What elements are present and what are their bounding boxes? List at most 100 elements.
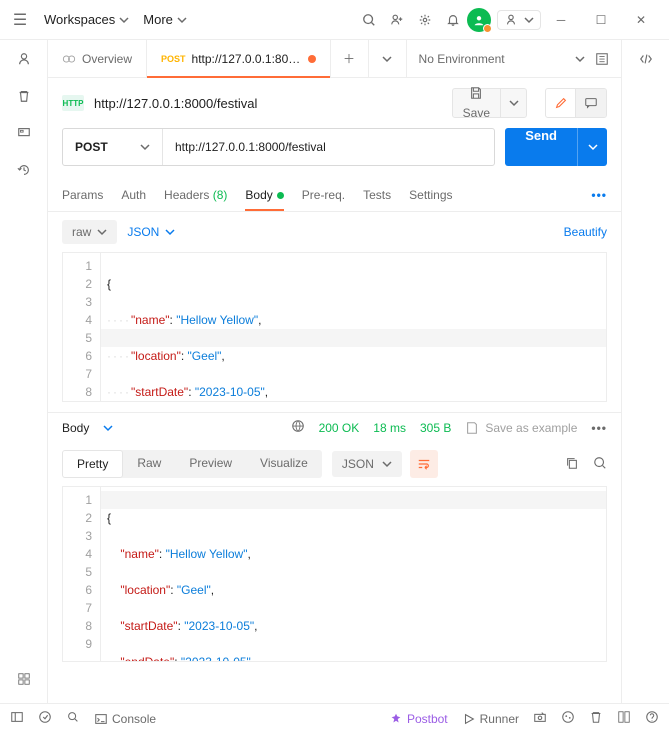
comment-icon[interactable] (576, 89, 606, 117)
left-sidebar (0, 40, 48, 703)
hamburger-icon[interactable]: ☰ (8, 10, 32, 30)
resp-visualize[interactable]: Visualize (246, 450, 322, 478)
subtabs-overflow[interactable]: ••• (591, 188, 607, 202)
find-icon[interactable] (66, 710, 80, 727)
response-tabs: Pretty Raw Preview Visualize JSON (48, 442, 621, 486)
trash-icon[interactable] (589, 710, 603, 727)
grid-icon[interactable] (17, 672, 31, 689)
beautify-button[interactable]: Beautify (564, 225, 607, 239)
tab-request-label: http://127.0.0.1:8000/ (192, 52, 302, 66)
trash-icon[interactable] (17, 89, 31, 106)
save-label: Save (463, 106, 490, 120)
tab-params[interactable]: Params (62, 180, 103, 210)
body-mode-raw[interactable]: raw (62, 220, 117, 244)
tab-headers[interactable]: Headers (8) (164, 180, 227, 210)
environment-label: No Environment (419, 52, 505, 66)
tab-tests[interactable]: Tests (363, 180, 391, 210)
code-icon[interactable] (639, 52, 653, 69)
method-selector[interactable]: POST (63, 129, 163, 165)
response-time: 18 ms (373, 421, 406, 435)
copy-icon[interactable] (565, 456, 579, 473)
body-format-json[interactable]: JSON (127, 225, 175, 239)
http-badge: HTTP (62, 95, 84, 111)
maximize-button[interactable]: ☐ (581, 4, 621, 36)
save-dropdown[interactable] (500, 89, 526, 117)
tab-body[interactable]: Body (245, 180, 283, 210)
url-input[interactable]: http://127.0.0.1:8000/festival (163, 129, 494, 165)
right-sidebar (621, 40, 669, 703)
panel-icon[interactable] (10, 710, 24, 727)
invite-icon[interactable] (383, 6, 411, 34)
response-size: 305 B (420, 421, 451, 435)
url-row: POST http://127.0.0.1:8000/festival Send (48, 128, 621, 178)
workspaces-menu[interactable]: Workspaces (44, 12, 129, 27)
minimize-button[interactable]: ─ (541, 4, 581, 36)
request-body-editor[interactable]: 12345678 { ····"name": "Hellow Yellow", … (62, 252, 607, 402)
bell-icon[interactable] (439, 6, 467, 34)
send-dropdown[interactable] (577, 128, 607, 166)
dirty-indicator (308, 55, 316, 63)
tab-active-request[interactable]: POST http://127.0.0.1:8000/ (147, 40, 331, 77)
tab-method-badge: POST (161, 54, 186, 64)
chevron-down-icon[interactable] (103, 423, 113, 433)
code-content: { ····"name": "Hellow Yellow", ····"loca… (101, 253, 606, 401)
save-example-button[interactable]: Save as example (465, 421, 577, 435)
response-body-editor[interactable]: 123456789 { "name": "Hellow Yellow", "lo… (62, 486, 607, 662)
monitor-icon[interactable] (17, 126, 31, 143)
code-content: { "name": "Hellow Yellow", "location": "… (101, 487, 606, 661)
search-icon[interactable] (593, 456, 607, 473)
body-options: raw JSON Beautify (48, 212, 621, 252)
save-icon (469, 86, 483, 100)
postbot-button[interactable]: Postbot (389, 712, 448, 726)
new-tab-button[interactable]: ＋ (331, 40, 369, 77)
response-status: 200 OK (319, 421, 360, 435)
history-icon[interactable] (17, 163, 31, 180)
line-gutter: 123456789 (63, 487, 101, 661)
profile-icon[interactable] (17, 52, 31, 69)
search-icon[interactable] (355, 6, 383, 34)
tab-overview[interactable]: Overview (48, 40, 147, 77)
titlebar: ☰ Workspaces More ─ ☐ ✕ (0, 0, 669, 40)
header-actions (545, 88, 607, 118)
resp-pretty[interactable]: Pretty (62, 450, 123, 478)
tab-overview-label: Overview (82, 52, 132, 66)
resp-preview[interactable]: Preview (175, 450, 246, 478)
statusbar: Console Postbot Runner (0, 703, 669, 733)
console-button[interactable]: Console (94, 712, 156, 726)
wrap-lines-icon[interactable] (410, 450, 438, 478)
main-panel: Overview POST http://127.0.0.1:8000/ ＋ N… (48, 40, 621, 703)
request-title[interactable]: http://127.0.0.1:8000/festival (94, 96, 442, 111)
environment-selector[interactable]: No Environment (407, 40, 621, 77)
layout-icon[interactable] (617, 710, 631, 727)
help-icon[interactable] (645, 710, 659, 727)
close-button[interactable]: ✕ (621, 4, 661, 36)
more-menu[interactable]: More (143, 12, 187, 27)
response-overflow[interactable]: ••• (591, 421, 607, 435)
sync-icon[interactable] (38, 710, 52, 727)
runner-button[interactable]: Runner (462, 712, 519, 726)
resp-format-selector[interactable]: JSON (332, 451, 402, 477)
resp-raw[interactable]: Raw (123, 450, 175, 478)
response-body-label[interactable]: Body (62, 421, 89, 435)
tab-prereq[interactable]: Pre-req. (302, 180, 345, 210)
edit-icon[interactable] (546, 89, 576, 117)
cookies-icon[interactable] (561, 710, 575, 727)
tab-menu-button[interactable] (369, 40, 407, 77)
team-dropdown[interactable] (497, 10, 541, 30)
response-bar: Body 200 OK 18 ms 305 B Save as example … (48, 412, 621, 442)
avatar[interactable] (467, 8, 491, 32)
save-button[interactable]: Save (452, 88, 527, 118)
url-field: POST http://127.0.0.1:8000/festival (62, 128, 495, 166)
request-tabs: Overview POST http://127.0.0.1:8000/ ＋ N… (48, 40, 621, 78)
request-subtabs: Params Auth Headers (8) Body Pre-req. Te… (48, 178, 621, 212)
chevron-down-icon (575, 54, 585, 64)
environment-quicklook-icon[interactable] (595, 52, 609, 66)
globe-icon[interactable] (291, 419, 305, 436)
request-header: HTTP http://127.0.0.1:8000/festival Save (48, 78, 621, 128)
capture-icon[interactable] (533, 710, 547, 727)
send-button[interactable]: Send (505, 128, 607, 166)
tab-auth[interactable]: Auth (121, 180, 146, 210)
tab-settings[interactable]: Settings (409, 180, 452, 210)
gear-icon[interactable] (411, 6, 439, 34)
overview-icon (62, 52, 76, 66)
